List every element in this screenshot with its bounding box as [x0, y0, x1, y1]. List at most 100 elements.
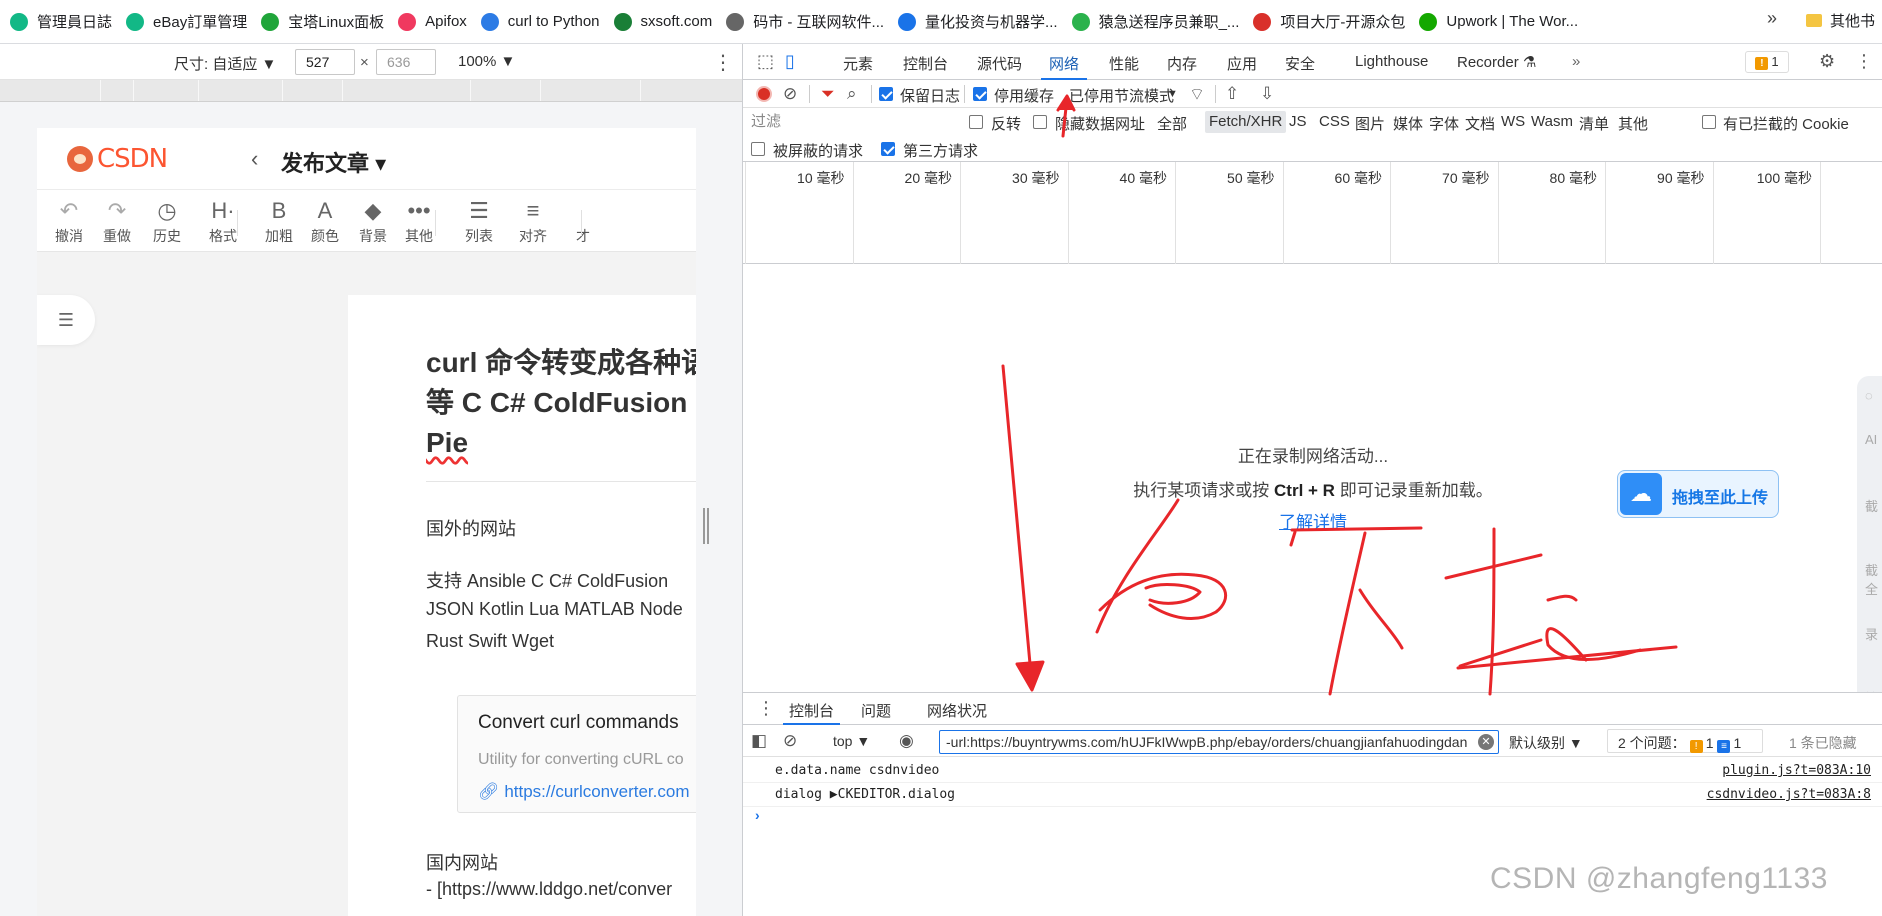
live-expression-eye-icon[interactable]: ◉	[899, 731, 914, 751]
rail-item[interactable]: 截全	[1865, 560, 1882, 598]
resource-type-filter[interactable]: 字体	[1429, 113, 1459, 134]
bookmark-item[interactable]: Upwork | The Wor...	[1415, 6, 1588, 38]
bookmark-item[interactable]: 管理員日誌	[6, 6, 122, 38]
publish-article-title[interactable]: 发布文章 ▾	[281, 146, 386, 178]
toc-toggle-button[interactable]: ☰	[37, 295, 95, 345]
dimensions-select[interactable]: 尺寸: 自适应 ▼	[174, 53, 276, 74]
network-conditions-icon[interactable]: ⌔	[1189, 84, 1205, 105]
devtools-tab[interactable]: 网络	[1040, 53, 1088, 80]
resource-type-filter[interactable]: JS	[1289, 113, 1307, 130]
resource-type-filter[interactable]: Fetch/XHR	[1205, 111, 1287, 133]
zoom-select[interactable]: 100% ▼	[458, 53, 515, 70]
blocked-requests-checkbox[interactable]	[751, 142, 765, 156]
devtools-tab[interactable]: 安全	[1285, 53, 1315, 74]
undo-button[interactable]: ↶ 撤消	[43, 198, 95, 246]
link-card[interactable]: Convert curl commands Utility for conver…	[457, 695, 696, 813]
devtools-tab[interactable]: 控制台	[903, 53, 948, 74]
invert-checkbox[interactable]	[969, 115, 983, 129]
resource-type-filter[interactable]: 图片	[1355, 113, 1385, 134]
blocked-cookies-checkbox[interactable]	[1702, 115, 1716, 129]
search-icon[interactable]: ⌕	[847, 84, 857, 104]
csdn-logo[interactable]: CSDN	[67, 144, 168, 174]
preserve-log-checkbox[interactable]	[879, 87, 893, 101]
import-har-icon[interactable]: ⇧	[1225, 84, 1239, 104]
device-toolbar-toggle-icon[interactable]: ▯	[785, 51, 795, 72]
issues-counter[interactable]: ! 1	[1745, 51, 1789, 73]
devtools-tab[interactable]: 源代码	[977, 53, 1022, 74]
sidebar-toggle-icon[interactable]: ◧	[751, 731, 767, 751]
devtools-tab[interactable]: Lighthouse	[1355, 53, 1428, 70]
heading-button[interactable]: H· 格式	[197, 198, 249, 246]
align-button[interactable]: ≡ 对齐	[507, 198, 559, 246]
font-color-button[interactable]: A 颜色	[299, 198, 351, 246]
drawer-tab-issues[interactable]: 问题	[861, 700, 891, 721]
resource-type-filter[interactable]: 媒体	[1393, 113, 1423, 134]
rail-item[interactable]: ◌	[1865, 388, 1873, 403]
devtools-tab[interactable]: 内存	[1167, 53, 1197, 74]
record-button[interactable]	[756, 86, 772, 102]
rail-item[interactable]: 录	[1865, 624, 1878, 643]
rail-item[interactable]: AI	[1865, 432, 1877, 447]
console-issues-button[interactable]: 2 个问题：! 1 ≡ 1	[1607, 729, 1763, 753]
history-button[interactable]: ◷ 历史	[141, 198, 193, 246]
resource-type-filter[interactable]: 清单	[1579, 113, 1609, 134]
network-overview-timeline[interactable]: 10 毫秒 20 毫秒 30 毫秒 40 毫秒 50 毫秒 60 毫秒 70 毫秒 80 毫秒…	[743, 162, 1882, 264]
console-prompt[interactable]: ›	[755, 807, 760, 823]
media-query-ruler[interactable]	[0, 80, 742, 102]
more-tabs-button[interactable]: »	[1572, 53, 1580, 70]
inspect-element-icon[interactable]: ⬚	[757, 51, 774, 72]
other-bookmarks-folder[interactable]: 其他书	[1806, 10, 1875, 31]
list-button[interactable]: ☰ 列表	[453, 198, 505, 246]
extra-button[interactable]: 才	[557, 198, 609, 246]
device-toolbar-menu-icon[interactable]: ⋮	[713, 50, 733, 75]
clear-filter-icon[interactable]: ✕	[1478, 734, 1494, 750]
settings-gear-icon[interactable]: ⚙	[1819, 51, 1835, 72]
viewport-resize-handle[interactable]	[703, 508, 709, 544]
resource-type-filter[interactable]: Wasm	[1531, 113, 1573, 130]
clear-icon[interactable]: ⊘	[783, 84, 797, 104]
bookmarks-overflow-button[interactable]: »	[1767, 8, 1777, 29]
bookmark-item[interactable]: curl to Python	[477, 6, 610, 38]
network-filter-input[interactable]: 过滤	[751, 111, 951, 133]
viewport-height-input[interactable]: 636	[376, 49, 436, 75]
log-source-link[interactable]: plugin.js?t=083A:10	[1722, 763, 1871, 778]
bookmark-item[interactable]: sxsoft.com	[610, 6, 723, 38]
resource-type-filter[interactable]: 其他	[1618, 113, 1648, 134]
bold-button[interactable]: B 加粗	[253, 198, 305, 246]
resource-type-filter[interactable]: CSS	[1319, 113, 1350, 130]
third-party-checkbox[interactable]	[881, 142, 895, 156]
redo-button[interactable]: ↷ 重做	[91, 198, 143, 246]
bookmark-item[interactable]: eBay訂單管理	[122, 6, 257, 38]
throttling-select[interactable]: 已停用节流模式	[1069, 85, 1174, 106]
devtools-tab[interactable]: Recorder ⚗	[1457, 53, 1536, 71]
throttling-arrow-icon[interactable]: ▼	[1167, 88, 1178, 100]
drawer-tab-network-conditions[interactable]: 网络状况	[927, 700, 987, 721]
resource-type-filter[interactable]: 全部	[1157, 113, 1187, 134]
customize-menu-icon[interactable]: ⋮	[1855, 51, 1873, 72]
bookmark-item[interactable]: Apifox	[394, 6, 477, 38]
link-card-url[interactable]: 🔗︎ https://curlconverter.com	[478, 782, 690, 802]
clear-console-icon[interactable]: ⊘	[783, 731, 797, 751]
devtools-tab[interactable]: 性能	[1109, 53, 1139, 74]
export-har-icon[interactable]: ⇩	[1260, 84, 1274, 104]
filter-funnel-icon[interactable]: ⏷	[821, 84, 835, 104]
drag-upload-button[interactable]: ☁ 拖拽至此上传	[1617, 470, 1779, 518]
fill-button[interactable]: ◆ 背景	[347, 198, 399, 246]
resource-type-filter[interactable]: WS	[1501, 113, 1525, 130]
bookmark-item[interactable]: 宝塔Linux面板	[257, 6, 394, 38]
drawer-menu-icon[interactable]: ⋮	[757, 698, 775, 719]
rail-item[interactable]: 截	[1865, 496, 1878, 515]
devtools-tab[interactable]: 应用	[1227, 53, 1257, 74]
devtools-tab[interactable]: 元素	[843, 53, 873, 74]
console-filter-input[interactable]: -url:https://buyntrywms.com/hUJFkIWwpB.p…	[939, 730, 1499, 754]
resource-type-filter[interactable]: 文档	[1465, 113, 1495, 134]
context-select[interactable]: top ▼	[833, 733, 870, 749]
bookmark-item[interactable]: 猿急送程序员兼职_...	[1068, 6, 1250, 38]
article-title[interactable]: curl 命令转变成各种语 等 C C# ColdFusion Pie	[426, 343, 696, 463]
log-source-link[interactable]: csdnvideo.js?t=083A:8	[1707, 787, 1871, 802]
article-editor[interactable]: curl 命令转变成各种语 等 C C# ColdFusion Pie 国外的网…	[348, 295, 696, 916]
hide-data-urls-checkbox[interactable]	[1033, 115, 1047, 129]
log-level-select[interactable]: 默认级别 ▼	[1509, 733, 1583, 753]
bookmark-item[interactable]: 码市 - 互联网软件...	[722, 6, 894, 38]
bookmark-item[interactable]: 项目大厅-开源众包	[1249, 6, 1415, 38]
